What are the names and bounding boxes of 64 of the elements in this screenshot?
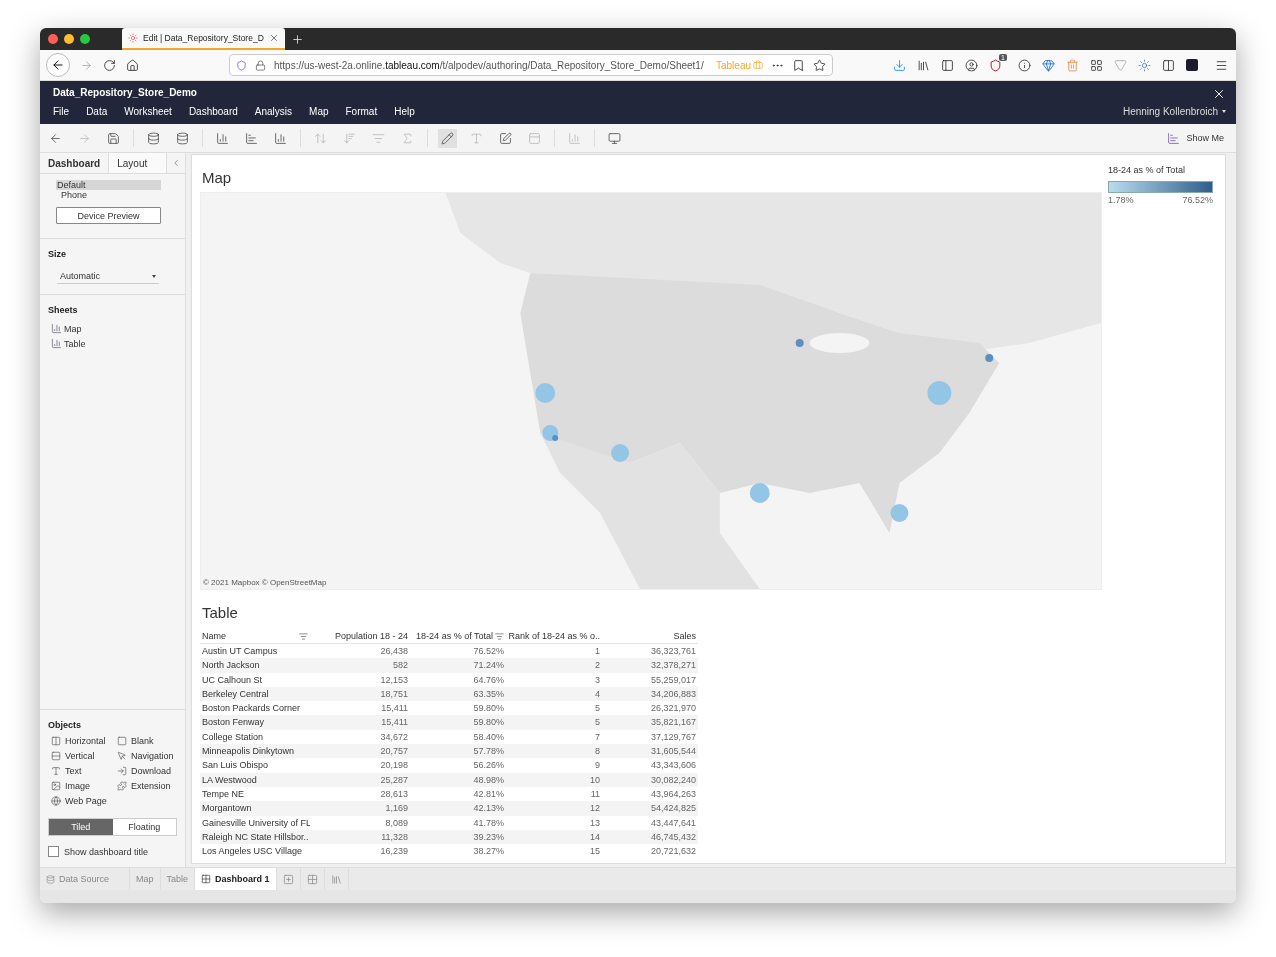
sheet-title: Map	[201, 168, 233, 188]
object-item[interactable]: Extension	[114, 781, 184, 791]
legend-max: 76.52%	[1182, 195, 1213, 205]
menu-item[interactable]: Worksheet	[124, 106, 172, 117]
table-cell: 32,378,271	[602, 658, 698, 673]
device-item[interactable]: Default	[56, 180, 161, 190]
table-cell: 54,424,825	[602, 801, 698, 816]
table-cell: 31,605,544	[602, 744, 698, 759]
checkbox-label: Show dashboard title	[64, 846, 149, 857]
legend-min: 1.78%	[1108, 195, 1134, 205]
table-cell: 8	[506, 744, 602, 759]
legend-title: 18-24 as % of Total	[1108, 165, 1186, 175]
sheet-title: Table	[201, 603, 239, 623]
table-cell: Minneapolis Dinkytown	[200, 744, 310, 759]
url-text: https://us-west-2a.online.tableau.com/t/alpodev/authoring/Data_Repository_Store_Demo/Sheet1/	[274, 59, 705, 71]
section-title: Size	[48, 249, 67, 259]
menu-item[interactable]: Map	[309, 106, 329, 117]
table-cell: 582	[310, 658, 410, 673]
sheet-tab[interactable]: Dashboard 1	[195, 868, 277, 890]
object-item[interactable]: Text	[48, 766, 114, 776]
device-preview-button[interactable]: Device Preview	[56, 207, 161, 224]
object-item[interactable]: Vertical	[48, 751, 114, 761]
map-attribution: © 2021 Mapbox © OpenStreetMap	[203, 578, 327, 587]
table-cell: 15,411	[310, 715, 410, 730]
object-item[interactable]: Navigation	[114, 751, 184, 761]
layout-mode-button[interactable]: Tiled	[49, 819, 113, 835]
menu-item[interactable]: Format	[345, 106, 378, 117]
browser-tab[interactable]: Edit | Data_Repository_Store_D	[122, 28, 285, 50]
table-cell: Boston Fenway	[200, 715, 310, 730]
table-cell: 2	[506, 658, 602, 673]
table-cell: 71.24%	[410, 658, 506, 673]
table-cell: 5	[506, 715, 602, 730]
object-item[interactable]: Blank	[114, 736, 184, 746]
table-cell: 12	[506, 801, 602, 816]
section-title: Objects	[48, 720, 82, 730]
size-dropdown[interactable]: Automatic	[57, 269, 159, 284]
sheet-item[interactable]: Map	[48, 321, 177, 336]
user-menu[interactable]: Henning Kollenbroich	[1122, 106, 1226, 117]
section-title: Sheets	[48, 305, 79, 315]
table-cell: 35,821,167	[602, 715, 698, 730]
table-cell: North Jackson	[200, 658, 310, 673]
menu-item[interactable]: Help	[394, 106, 415, 117]
panel-tab[interactable]: Layout	[109, 153, 167, 173]
menu-item[interactable]: Dashboard	[188, 106, 238, 117]
table-cell: 20,757	[310, 744, 410, 759]
table-cell: Morgantown	[200, 801, 310, 816]
table-cell: 42.13%	[410, 801, 506, 816]
sheet-item[interactable]: Table	[48, 336, 177, 351]
object-item[interactable]: Web Page	[48, 796, 114, 806]
show-title-checkbox[interactable]: Show dashboard title	[48, 846, 177, 857]
object-item[interactable]: Image	[48, 781, 114, 791]
workbook-title: Data_Repository_Store_Demo	[53, 87, 197, 98]
table-cell: 1,169	[310, 801, 410, 816]
table-cell: 59.80%	[410, 715, 506, 730]
layout-mode-button[interactable]: Floating	[112, 819, 176, 835]
menu-item[interactable]: File	[53, 106, 70, 117]
table-cell: 57.78%	[410, 744, 506, 759]
show-me-button[interactable]: Show Me	[1161, 130, 1230, 146]
object-item[interactable]: Download	[114, 766, 184, 776]
menu-item[interactable]: Analysis	[254, 106, 293, 117]
device-item[interactable]: Phone	[56, 190, 161, 200]
address-field[interactable]: https://us-west-2a.online.tableau.com/t/alpodev/authoring/Data_Repository_Store_Demo/Sheet1/ Tableau	[229, 54, 833, 76]
menu-item[interactable]: Data	[86, 106, 108, 117]
object-item[interactable]: Horizontal	[48, 736, 114, 746]
